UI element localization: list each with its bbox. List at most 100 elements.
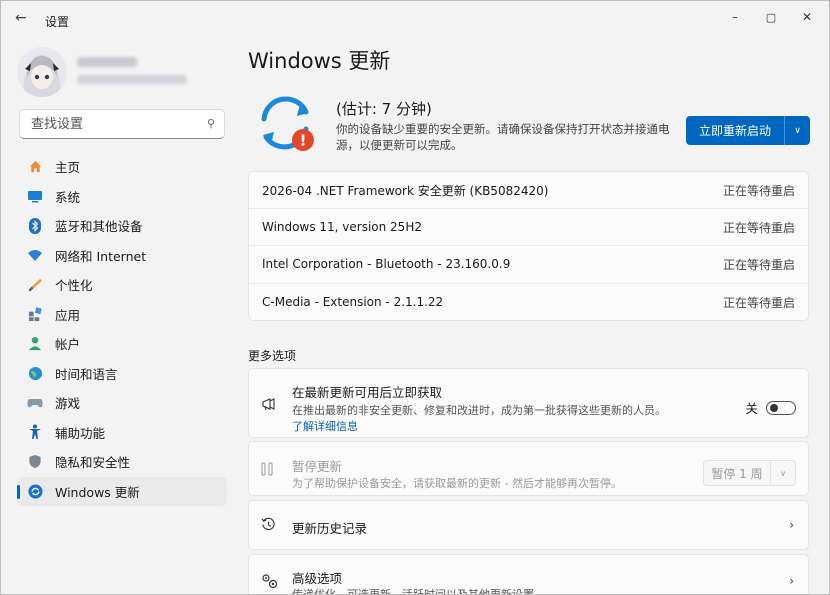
sidebar-item-label: 应用 bbox=[55, 307, 81, 323]
pause-icon bbox=[261, 462, 273, 480]
update-name: Intel Corporation - Bluetooth - 23.160.0… bbox=[262, 257, 511, 272]
update-history-card[interactable]: 更新历史记录 › bbox=[248, 500, 809, 550]
sidebar-item-label: 游戏 bbox=[55, 396, 81, 412]
window-title: 设置 bbox=[45, 15, 70, 29]
sidebar-item-apps[interactable]: 应用 bbox=[17, 300, 227, 330]
restart-now-label[interactable]: 立即重新启动 bbox=[686, 116, 785, 145]
sidebar-item-label: 主页 bbox=[55, 160, 81, 176]
minimize-button[interactable]: – bbox=[717, 4, 753, 30]
sidebar-item-gaming[interactable]: 游戏 bbox=[17, 388, 227, 418]
sidebar-item-label: 隐私和安全性 bbox=[55, 455, 131, 471]
status-title: (估计: 7 分钟) bbox=[336, 100, 432, 118]
window-controls: – ▢ ✕ bbox=[717, 4, 825, 30]
system-icon bbox=[27, 188, 43, 204]
profile-email-redacted bbox=[77, 75, 187, 84]
advanced-options-description: 传递优化、可选更新、活跃时间以及其他更新设置 bbox=[292, 588, 534, 595]
pause-duration-value: 暂停 1 周 bbox=[704, 461, 771, 485]
user-profile[interactable] bbox=[17, 45, 227, 105]
update-status: 正在等待重启 bbox=[722, 257, 795, 272]
megaphone-icon bbox=[261, 397, 277, 415]
get-latest-title: 在最新更新可用后立即获取 bbox=[292, 385, 443, 400]
sidebar-item-home[interactable]: 主页 bbox=[17, 152, 227, 182]
back-arrow-icon[interactable]: ← bbox=[15, 10, 27, 26]
sidebar-item-label: 蓝牙和其他设备 bbox=[55, 219, 143, 235]
title-bar: ← 设置 – ▢ ✕ bbox=[1, 1, 829, 41]
avatar bbox=[17, 47, 67, 97]
sidebar-item-label: Windows 更新 bbox=[55, 484, 140, 500]
gamepad-icon bbox=[27, 395, 43, 411]
sidebar-nav: 主页 系统 蓝牙和其他设备 网络和 Internet 个性化 应用 帐户 时间和… bbox=[17, 152, 227, 506]
pause-duration-select: 暂停 1 周 ∨ bbox=[703, 460, 796, 486]
learn-more-link[interactable]: 了解详细信息 bbox=[292, 418, 358, 434]
windows-update-icon bbox=[27, 483, 43, 499]
update-status: 正在等待重启 bbox=[722, 220, 795, 235]
maximize-button[interactable]: ▢ bbox=[753, 4, 789, 30]
advanced-options-title: 高级选项 bbox=[292, 571, 343, 586]
settings-search-box[interactable]: ⚲ bbox=[19, 109, 225, 139]
sync-alert-icon: ! bbox=[261, 96, 314, 151]
advanced-options-card[interactable]: 高级选项 传递优化、可选更新、活跃时间以及其他更新设置 › bbox=[248, 554, 809, 595]
sidebar-item-accessibility[interactable]: 辅助功能 bbox=[17, 418, 227, 448]
pending-updates-list: 2026-04 .NET Framework 安全更新 (KB5082420) … bbox=[248, 171, 809, 321]
status-description: 你的设备缺少重要的安全更新。请确保设备保持打开状态并接通电源，以便更新可以完成。 bbox=[336, 122, 670, 152]
toggle-state-label: 关 bbox=[745, 401, 758, 416]
brush-icon bbox=[27, 277, 43, 293]
update-status: 正在等待重启 bbox=[722, 183, 795, 198]
update-status-panel: ! (估计: 7 分钟) 你的设备缺少重要的安全更新。请确保设备保持打开状态并接… bbox=[248, 91, 810, 156]
chevron-right-icon[interactable]: › bbox=[789, 574, 794, 588]
more-options-heading: 更多选项 bbox=[248, 349, 297, 363]
sidebar-item-label: 帐户 bbox=[55, 337, 81, 353]
home-icon bbox=[27, 159, 43, 175]
sidebar-item-personalization[interactable]: 个性化 bbox=[17, 270, 227, 300]
close-button[interactable]: ✕ bbox=[789, 4, 825, 30]
update-row: Windows 11, version 25H2 正在等待重启 bbox=[249, 209, 808, 247]
sidebar-item-label: 时间和语言 bbox=[55, 366, 118, 382]
chevron-down-icon: ∨ bbox=[780, 468, 786, 478]
sidebar-item-system[interactable]: 系统 bbox=[17, 182, 227, 212]
update-name: C-Media - Extension - 2.1.1.22 bbox=[262, 295, 444, 310]
shield-icon bbox=[27, 454, 43, 470]
sidebar-item-accounts[interactable]: 帐户 bbox=[17, 329, 227, 359]
accessibility-icon bbox=[27, 424, 43, 440]
pause-updates-card: 暂停更新 为了帮助保护设备安全，请获取最新的更新 - 然后才能够再次暂停。 暂停… bbox=[248, 441, 809, 496]
page-title: Windows 更新 bbox=[248, 49, 391, 73]
sidebar-item-label: 辅助功能 bbox=[55, 425, 106, 441]
gears-icon bbox=[261, 573, 278, 593]
get-latest-toggle[interactable] bbox=[766, 400, 796, 415]
get-latest-updates-card[interactable]: 在最新更新可用后立即获取 在推出最新的非安全更新、修复和改进时，成为第一批获得这… bbox=[248, 368, 809, 438]
search-input[interactable] bbox=[29, 116, 203, 133]
settings-window: ← 设置 – ▢ ✕ ⚲ bbox=[0, 0, 830, 595]
alert-glyph: ! bbox=[300, 132, 307, 150]
chevron-right-icon[interactable]: › bbox=[789, 518, 794, 532]
avatar-image bbox=[17, 47, 67, 97]
sidebar-item-time-language[interactable]: 时间和语言 bbox=[17, 359, 227, 389]
chevron-down-icon[interactable]: ∨ bbox=[785, 116, 810, 145]
profile-name-redacted bbox=[77, 57, 137, 67]
sidebar-item-label: 网络和 Internet bbox=[55, 248, 147, 264]
globe-icon bbox=[27, 365, 43, 381]
update-status: 正在等待重启 bbox=[722, 295, 795, 310]
history-icon bbox=[261, 517, 276, 536]
sidebar-item-bluetooth[interactable]: 蓝牙和其他设备 bbox=[17, 211, 227, 241]
sidebar-item-label: 系统 bbox=[55, 189, 81, 205]
search-icon[interactable]: ⚲ bbox=[207, 117, 215, 130]
update-name: 2026-04 .NET Framework 安全更新 (KB5082420) bbox=[262, 183, 549, 198]
get-latest-toggle-group[interactable]: 关 bbox=[745, 398, 796, 417]
get-latest-description: 在推出最新的非安全更新、修复和改进时，成为第一批获得这些更新的人员。 bbox=[292, 404, 666, 417]
pause-updates-description: 为了帮助保护设备安全，请获取最新的更新 - 然后才能够再次暂停。 bbox=[292, 477, 622, 490]
sidebar-item-windows-update[interactable]: Windows 更新 bbox=[17, 476, 227, 506]
apps-icon bbox=[27, 306, 43, 322]
update-history-title: 更新历史记录 bbox=[292, 521, 368, 536]
account-icon bbox=[27, 336, 43, 352]
update-name: Windows 11, version 25H2 bbox=[262, 220, 422, 235]
sidebar-item-privacy[interactable]: 隐私和安全性 bbox=[17, 447, 227, 477]
sidebar-item-label: 个性化 bbox=[55, 278, 93, 294]
restart-now-button[interactable]: 立即重新启动 ∨ bbox=[686, 116, 810, 145]
wifi-icon bbox=[27, 247, 43, 263]
pause-updates-title: 暂停更新 bbox=[292, 459, 343, 474]
update-row: Intel Corporation - Bluetooth - 23.160.0… bbox=[249, 246, 808, 284]
update-row: C-Media - Extension - 2.1.1.22 正在等待重启 bbox=[249, 284, 808, 321]
update-row: 2026-04 .NET Framework 安全更新 (KB5082420) … bbox=[249, 172, 808, 210]
bluetooth-icon bbox=[27, 217, 43, 234]
sidebar-item-network[interactable]: 网络和 Internet bbox=[17, 241, 227, 271]
